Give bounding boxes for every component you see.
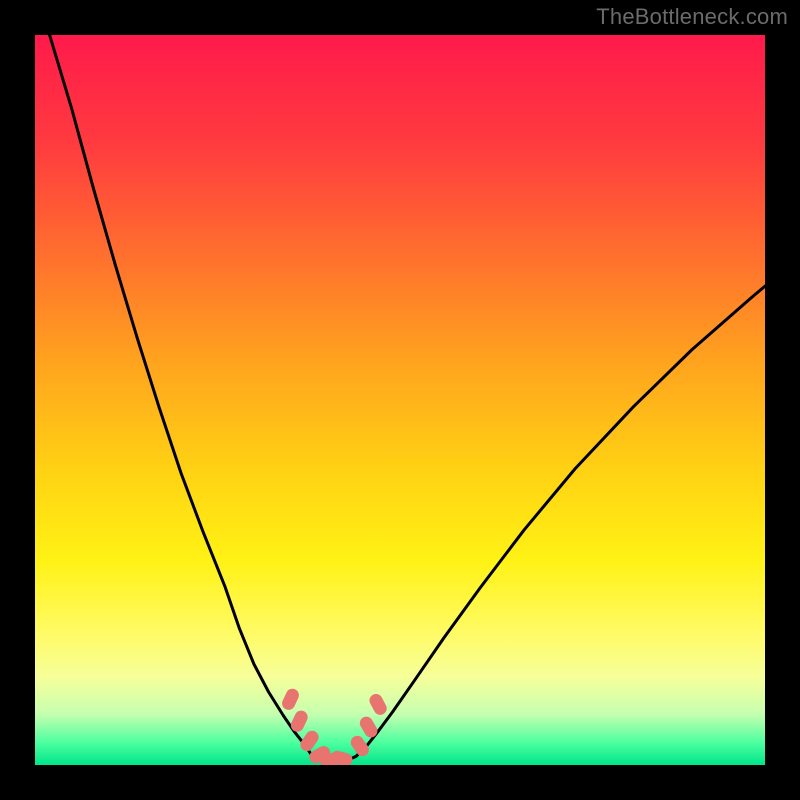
plot-area [35,35,765,765]
curves-group [50,35,765,763]
chart-svg [35,35,765,765]
valley-markers-0 [280,687,301,712]
series-left-curve [50,35,313,756]
markers-group [280,687,389,765]
series-right-curve [356,286,765,756]
valley-markers-8 [367,692,389,718]
watermark-text: TheBottleneck.com [596,4,788,30]
outer-black-frame: TheBottleneck.com [0,0,800,800]
